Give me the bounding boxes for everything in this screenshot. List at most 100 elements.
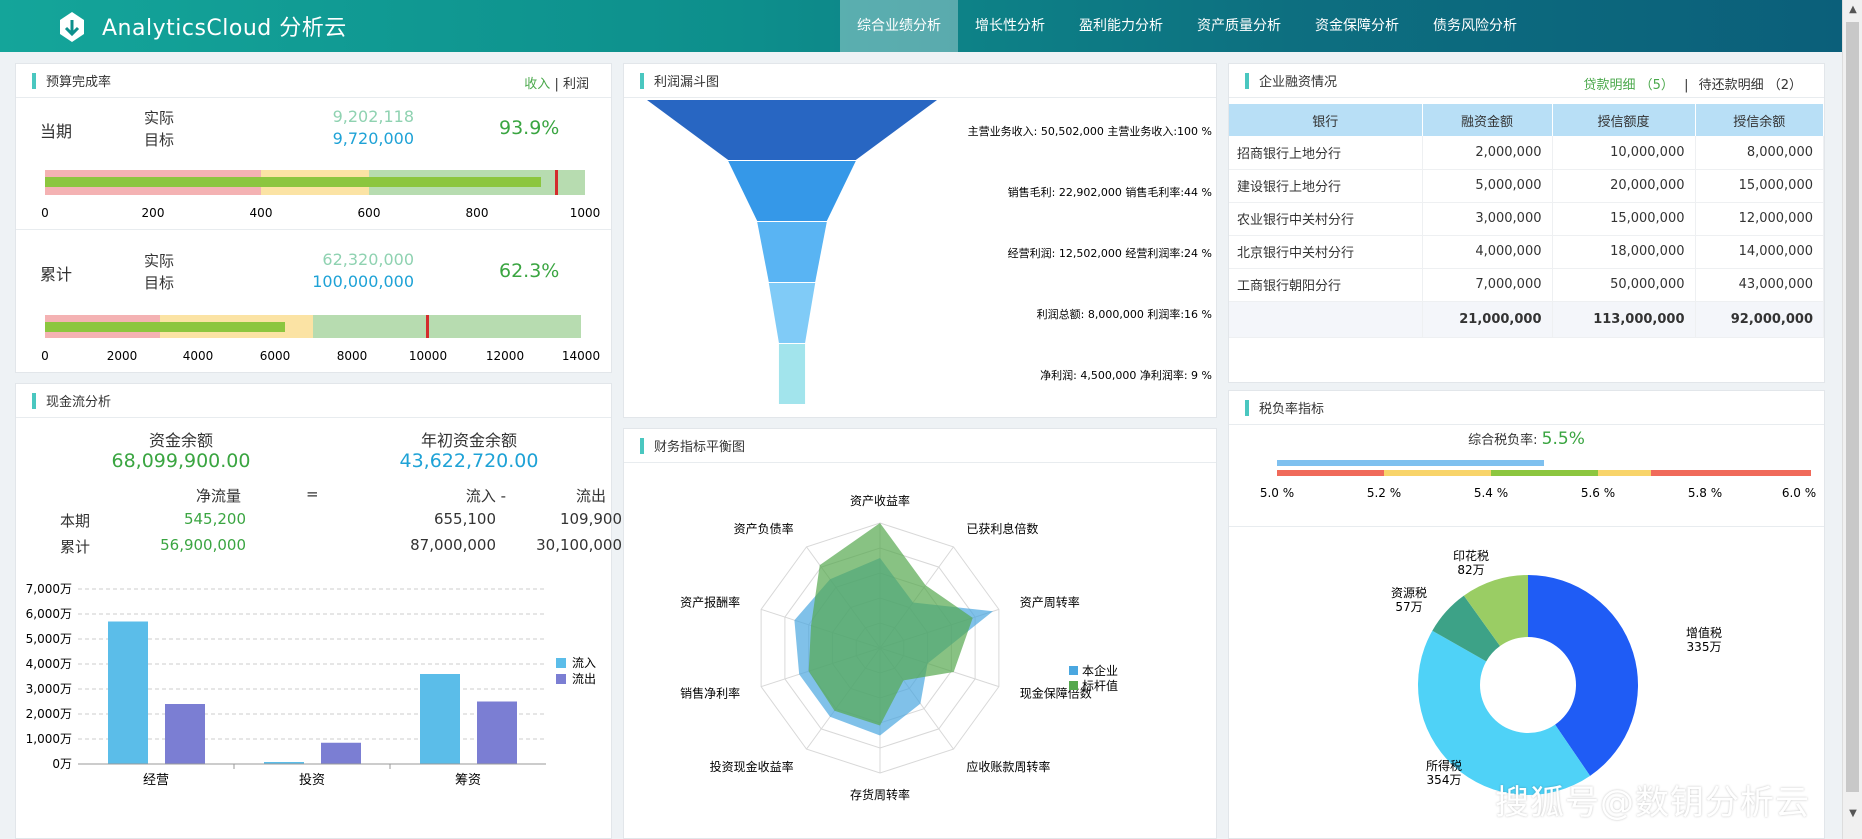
loan-detail-link[interactable]: 贷款明细 （5） xyxy=(1584,78,1674,93)
balance-cell: 43,000,000 xyxy=(1695,268,1824,302)
title-accent xyxy=(32,72,36,89)
tick-label: 400 xyxy=(250,206,273,220)
tick-label: 6.0 % xyxy=(1782,486,1816,500)
credit-cell: 15,000,000 xyxy=(1552,202,1696,236)
financing-links: 贷款明细 （5） | 待还款明细 （2） xyxy=(1584,74,1802,93)
tax-rate-line: 综合税负率: 5.5% xyxy=(1229,429,1824,449)
tab-overall-performance[interactable]: 综合业绩分析 xyxy=(840,0,958,52)
bar-流出[interactable] xyxy=(321,742,361,764)
column-header[interactable]: 银行 xyxy=(1229,104,1423,136)
table-row[interactable]: 招商银行上地分行 2,000,000 10,000,000 8,000,000 xyxy=(1229,136,1824,170)
bar-流出[interactable] xyxy=(477,701,517,765)
title-accent xyxy=(32,392,36,409)
cumulative-label: 累计 xyxy=(60,538,91,556)
repayment-detail-link[interactable]: 待还款明细 （2） xyxy=(1699,78,1802,93)
panel-header: 财务指标平衡图 xyxy=(624,429,1216,463)
tab-profitability[interactable]: 盈利能力分析 xyxy=(1062,0,1180,52)
income-toggle[interactable]: 收入 xyxy=(524,77,550,92)
profit-toggle[interactable]: 利润 xyxy=(563,77,589,92)
total-balance-cell: 92,000,000 xyxy=(1695,301,1824,338)
financing-panel: 企业融资情况 贷款明细 （5） | 待还款明细 （2） 银行 融资金额 授信额度… xyxy=(1228,63,1825,383)
table-header-row: 银行 融资金额 授信额度 授信余额 xyxy=(1229,104,1824,136)
panel-title: 现金流分析 xyxy=(46,395,112,410)
tab-debt-risk[interactable]: 债务风险分析 xyxy=(1416,0,1534,52)
tab-fund-security[interactable]: 资金保障分析 xyxy=(1298,0,1416,52)
table-row[interactable]: 北京银行中关村分行 4,000,000 18,000,000 14,000,00… xyxy=(1229,235,1824,269)
column-header[interactable]: 授信余额 xyxy=(1695,104,1824,136)
bar-流入[interactable] xyxy=(108,621,148,765)
table-row[interactable]: 建设银行上地分行 5,000,000 20,000,000 15,000,000 xyxy=(1229,169,1824,203)
tick-label: 4000 xyxy=(183,349,214,363)
tax-rate-gauge: 5.0 % 5.2 % 5.4 % 5.6 % 5.8 % 6.0 % xyxy=(1260,460,1816,500)
profit-funnel-chart: 主营业务收入: 50,502,000 主营业务收入:100 % 销售毛利: 22,… xyxy=(647,100,1212,404)
scrollbar-thumb[interactable] xyxy=(1846,22,1859,792)
bank-cell: 农业银行中关村分行 xyxy=(1229,202,1423,236)
tab-asset-quality[interactable]: 资产质量分析 xyxy=(1180,0,1298,52)
radar-series-标杆值[interactable] xyxy=(808,523,973,726)
table-row[interactable]: 农业银行中关村分行 3,000,000 15,000,000 12,000,00… xyxy=(1229,202,1824,236)
tick-label: 0 xyxy=(41,349,49,363)
funnel-stage-label: 销售毛利: 22,902,000 销售毛利率:44 % xyxy=(1008,185,1212,199)
cumulative-actual-value: 62,320,000 xyxy=(322,250,414,269)
panel-header: 企业融资情况 贷款明细 （5） | 待还款明细 （2） xyxy=(1229,64,1824,98)
tick-label: 8000 xyxy=(337,349,368,363)
funnel-stage[interactable] xyxy=(647,100,937,160)
net-flow-header: 净流量 xyxy=(196,487,242,505)
slice-value-label: 335万 xyxy=(1687,640,1722,654)
panel-title: 税负率指标 xyxy=(1259,402,1325,417)
legend-swatch xyxy=(1069,681,1078,690)
inflow-header: 流入 - xyxy=(465,487,506,505)
cloud-logo-icon xyxy=(60,12,84,42)
column-header[interactable]: 授信额度 xyxy=(1552,104,1696,136)
fund-balance-value: 68,099,900.00 xyxy=(111,450,251,472)
actual-label: 实际 xyxy=(144,109,175,127)
fund-balance-label: 资金余额 xyxy=(148,431,213,450)
amount-cell: 7,000,000 xyxy=(1422,268,1553,302)
current-bullet-chart: 0 200 400 600 800 1000 xyxy=(41,170,600,220)
y-tick-label: 2,000万 xyxy=(26,707,72,721)
amount-cell: 2,000,000 xyxy=(1422,136,1553,170)
x-category-label: 投资 xyxy=(299,772,325,788)
cumulative-net-flow: 56,900,000 xyxy=(160,536,246,554)
tab-growth[interactable]: 增长性分析 xyxy=(958,0,1062,52)
current-period-label: 当期 xyxy=(40,122,73,141)
vertical-scrollbar[interactable]: ▲ ▼ xyxy=(1842,0,1862,839)
cashflow-bar-chart: 0万 1,000万 2,000万 3,000万 4,000万 5,000万 6,000万 7,… xyxy=(26,582,596,788)
legend-swatch xyxy=(556,674,566,684)
scroll-down-icon[interactable]: ▼ xyxy=(1846,808,1860,822)
current-axis-ticks: 0 200 400 600 800 1000 xyxy=(41,206,600,220)
bar-流入[interactable] xyxy=(420,674,460,764)
tick-label: 12000 xyxy=(486,349,524,363)
title-accent xyxy=(1245,72,1249,89)
actual-bar xyxy=(45,322,285,332)
total-credit-cell: 113,000,000 xyxy=(1552,301,1696,338)
x-category-label: 筹资 xyxy=(455,772,481,788)
panel-title: 利润漏斗图 xyxy=(654,75,720,90)
target-label: 目标 xyxy=(144,131,175,149)
tick-label: 5.4 % xyxy=(1474,486,1508,500)
balance-radar-panel: 财务指标平衡图 资产收益率 已获利息倍数 资产周转率 现金保障倍数 应收账款周转率 存货周… xyxy=(623,428,1217,839)
range-good xyxy=(313,315,581,338)
funnel-stage[interactable] xyxy=(728,161,856,221)
brand-logo[interactable]: AnalyticsCloud 分析云 xyxy=(52,6,347,46)
cumulative-bullet-chart: 0 2000 4000 6000 8000 10000 12000 14000 xyxy=(41,315,600,363)
y-tick-label: 6,000万 xyxy=(26,607,72,621)
title-accent xyxy=(640,72,644,89)
bar-流出[interactable] xyxy=(165,704,205,764)
y-tick-label: 5,000万 xyxy=(26,632,72,646)
funnel-stage-label: 主营业务收入: 50,502,000 主营业务收入:100 % xyxy=(968,124,1212,138)
range-segment xyxy=(1651,470,1811,476)
funnel-stage[interactable] xyxy=(757,222,827,282)
tick-label: 0 xyxy=(41,206,49,220)
column-header[interactable]: 融资金额 xyxy=(1422,104,1553,136)
financing-table: 银行 融资金额 授信额度 授信余额 招商银行上地分行 2,000,000 10,… xyxy=(1229,104,1824,338)
scroll-up-icon[interactable]: ▲ xyxy=(1846,4,1860,18)
funnel-stage[interactable] xyxy=(768,283,816,343)
legend-swatch xyxy=(1069,666,1078,675)
tick-label: 10000 xyxy=(409,349,447,363)
funnel-stage[interactable] xyxy=(778,344,806,404)
opening-balance-value: 43,622,720.00 xyxy=(399,450,539,472)
table-row[interactable]: 工商银行朝阳分行 7,000,000 50,000,000 43,000,000 xyxy=(1229,268,1824,302)
current-inflow: 655,100 xyxy=(433,510,496,528)
balance-cell: 12,000,000 xyxy=(1695,202,1824,236)
